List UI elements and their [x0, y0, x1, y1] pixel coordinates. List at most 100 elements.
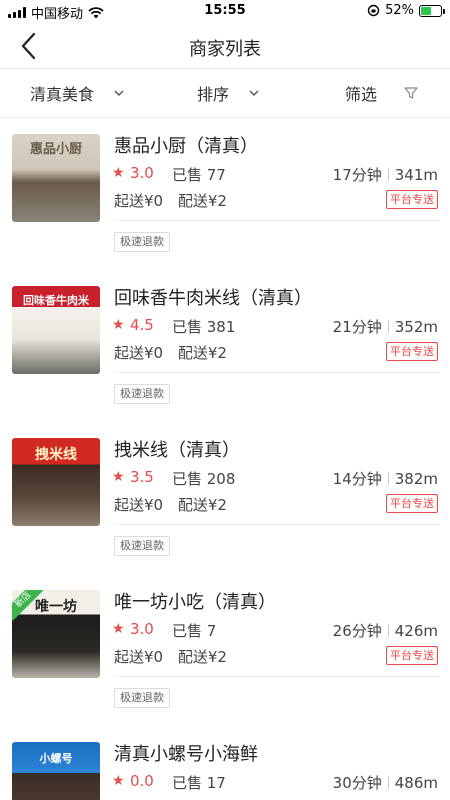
delivery-time: 14分钟 — [332, 470, 382, 488]
nav-bar: 商家列表 — [0, 22, 450, 68]
refund-tag: 极速退款 — [114, 536, 170, 556]
store-meta-row: ★ 0.0 已售 17 30分钟 486m — [112, 772, 438, 794]
store-meta-row: ★ 3.0 已售 7 26分钟 426m — [112, 620, 438, 642]
store-time-distance: 21分钟 352m — [333, 316, 438, 337]
store-thumbnail[interactable]: 小螺号 — [12, 742, 100, 800]
store-rating: 4.5 — [130, 316, 154, 334]
store-sign-text: 小螺号 — [39, 752, 73, 765]
chevron-down-icon — [249, 90, 259, 96]
chevron-down-icon — [114, 90, 124, 96]
battery-percent: 52% — [385, 3, 414, 18]
store-distance: 382m — [394, 469, 438, 488]
divider — [387, 168, 389, 181]
store-name[interactable]: 回味香牛肉米线（清真） — [114, 284, 312, 310]
store-meta-row: ★ 3.5 已售 208 14分钟 382m — [112, 468, 438, 490]
store-sign-text: 回味香牛肉米 — [23, 294, 89, 307]
store-sold-count: 已售 17 — [172, 774, 226, 792]
category-filter[interactable]: 清真美食 — [30, 69, 126, 117]
delivery-badge: 平台专送 — [386, 494, 438, 513]
battery-tip — [443, 8, 445, 14]
store-sign-text: 惠品小厨 — [29, 142, 82, 157]
divider — [387, 320, 389, 333]
delivery-time: 17分钟 — [332, 166, 382, 184]
delivery-time: 26分钟 — [332, 622, 382, 640]
store-card[interactable]: 惠品小厨 惠品小厨（清真） ★ 3.0 已售 77 17分钟 341m 起送¥0… — [0, 118, 450, 270]
orientation-lock-icon — [367, 4, 380, 17]
delivery-fee: 配送¥2 — [177, 192, 227, 210]
store-distance: 486m — [394, 773, 438, 792]
store-meta-row: ★ 4.5 已售 381 21分钟 352m — [112, 316, 438, 338]
store-time-distance: 26分钟 426m — [333, 620, 438, 641]
store-fee-row: 起送¥0 配送¥2 平台专送 — [114, 494, 438, 516]
min-order: 起送¥0 — [114, 496, 164, 514]
delivery-fee: 配送¥2 — [177, 648, 227, 666]
filter-button[interactable]: 筛选 — [345, 69, 419, 117]
store-card[interactable]: 唯一坊 新店 唯一坊小吃（清真） ★ 3.0 已售 7 26分钟 426m 起送… — [0, 574, 450, 726]
store-fee-row: 起送¥0 配送¥2 平台专送 — [114, 646, 438, 668]
star-icon: ★ — [112, 317, 125, 333]
delivery-badge: 平台专送 — [386, 342, 438, 361]
store-name[interactable]: 清真小螺号小海鲜 — [114, 740, 258, 766]
delivery-badge: 平台专送 — [386, 646, 438, 665]
star-icon: ★ — [112, 165, 125, 181]
store-time-distance: 14分钟 382m — [333, 468, 438, 489]
divider — [114, 524, 440, 525]
store-sign-text: 拽米线 — [35, 447, 77, 463]
store-thumbnail[interactable]: 惠品小厨 — [12, 134, 100, 222]
divider — [114, 372, 440, 373]
divider — [114, 220, 440, 221]
status-right: 52% — [367, 3, 445, 18]
store-fee-row: 起送¥0 配送¥2 平台专送 — [114, 190, 438, 212]
store-name[interactable]: 惠品小厨（清真） — [114, 132, 258, 158]
sort-filter[interactable]: 排序 — [197, 69, 261, 117]
sort-filter-label: 排序 — [197, 85, 230, 104]
store-name[interactable]: 拽米线（清真） — [114, 436, 240, 462]
store-card[interactable]: 拽米线 拽米线（清真） ★ 3.5 已售 208 14分钟 382m 起送¥0 … — [0, 422, 450, 574]
delivery-time: 30分钟 — [332, 774, 382, 792]
battery-icon — [419, 4, 445, 17]
fees: 起送¥0 配送¥2 — [114, 344, 237, 362]
store-sold-count: 已售 77 — [172, 166, 226, 184]
divider — [387, 776, 389, 789]
fees: 起送¥0 配送¥2 — [114, 496, 237, 514]
delivery-time: 21分钟 — [332, 318, 382, 336]
refund-tag: 极速退款 — [114, 384, 170, 404]
store-name[interactable]: 唯一坊小吃（清真） — [114, 588, 276, 614]
store-rating: 3.5 — [130, 468, 154, 486]
store-distance: 341m — [394, 165, 438, 184]
store-meta-row: ★ 3.0 已售 77 17分钟 341m — [112, 164, 438, 186]
delivery-fee: 配送¥2 — [177, 496, 227, 514]
store-thumbnail[interactable]: 拽米线 — [12, 438, 100, 526]
store-thumbnail[interactable]: 唯一坊 新店 — [12, 590, 100, 678]
store-card[interactable]: 小螺号 清真小螺号小海鲜 ★ 0.0 已售 17 30分钟 486m — [0, 726, 450, 800]
store-sold-count: 已售 381 — [172, 318, 236, 336]
store-sold-count: 已售 208 — [172, 470, 236, 488]
store-thumbnail[interactable]: 回味香牛肉米 — [12, 286, 100, 374]
store-rating: 3.0 — [130, 620, 154, 638]
divider — [387, 472, 389, 485]
min-order: 起送¥0 — [114, 192, 164, 210]
status-bar: 中国移动 15:55 52% — [0, 0, 450, 22]
filter-bar: 清真美食 排序 筛选 — [0, 68, 450, 118]
star-icon: ★ — [112, 773, 125, 789]
store-sold-count: 已售 7 — [172, 622, 217, 640]
divider — [114, 676, 440, 677]
star-icon: ★ — [112, 469, 125, 485]
refund-tag: 极速退款 — [114, 232, 170, 252]
store-card[interactable]: 回味香牛肉米 回味香牛肉米线（清真） ★ 4.5 已售 381 21分钟 352… — [0, 270, 450, 422]
store-rating: 0.0 — [130, 772, 154, 790]
store-distance: 352m — [394, 317, 438, 336]
refund-tag: 极速退款 — [114, 688, 170, 708]
min-order: 起送¥0 — [114, 344, 164, 362]
star-icon: ★ — [112, 621, 125, 637]
battery-fill — [421, 6, 431, 15]
delivery-badge: 平台专送 — [386, 190, 438, 209]
category-filter-label: 清真美食 — [30, 85, 95, 104]
funnel-icon — [404, 87, 418, 99]
store-fee-row: 起送¥0 配送¥2 平台专送 — [114, 342, 438, 364]
delivery-fee: 配送¥2 — [177, 344, 227, 362]
divider — [387, 624, 389, 637]
filter-label: 筛选 — [345, 85, 378, 104]
store-rating: 3.0 — [130, 164, 154, 182]
store-distance: 426m — [394, 621, 438, 640]
